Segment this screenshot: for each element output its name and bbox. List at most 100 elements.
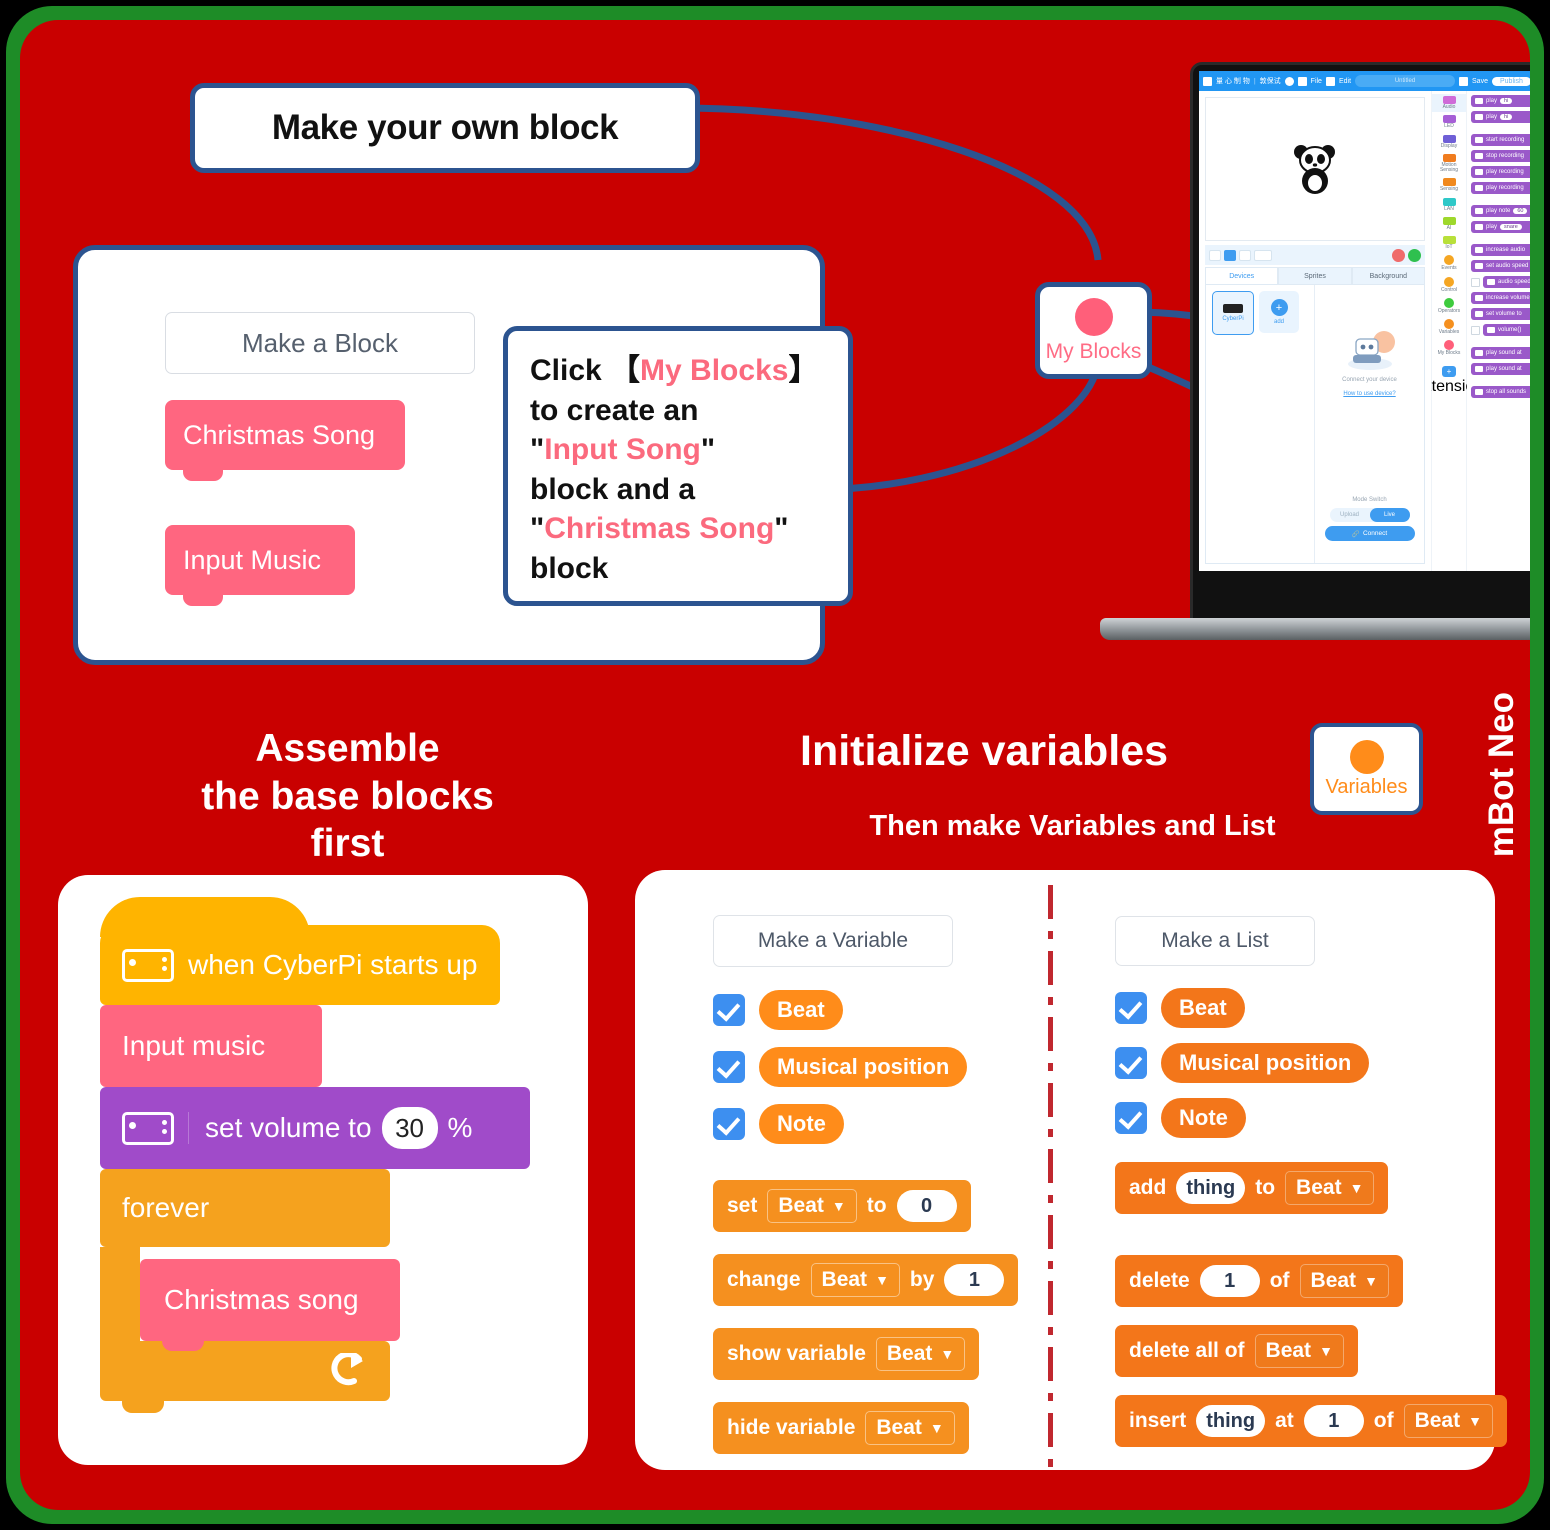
block-delete-all-of-list[interactable]: delete all of Beat ▼ [1115,1325,1358,1377]
fullscreen-icon[interactable] [1209,249,1221,261]
list-checkbox-row[interactable]: Musical position [1115,1043,1370,1083]
block-christmas-song[interactable]: Christmas song [140,1259,400,1341]
palette-block[interactable]: stop all sounds [1471,386,1530,398]
list-dropdown[interactable]: Beat ▼ [1254,1334,1344,1368]
make-a-variable-button[interactable]: Make a Variable [713,915,953,967]
my-block-christmas-song[interactable]: Christmas Song [165,400,405,481]
layout-small-icon[interactable] [1239,249,1251,261]
palette-block[interactable]: play hi [1471,111,1530,123]
tab-background[interactable]: Background [1351,267,1425,285]
variable-dropdown[interactable]: Beat ▼ [865,1411,955,1445]
category-operators[interactable]: Operators [1432,296,1466,316]
palette-block[interactable]: play hi [1471,95,1530,107]
toolbar-edit[interactable]: Edit [1339,78,1351,85]
my-block-input-music[interactable]: Input Music [165,525,355,606]
project-name-input[interactable]: Untitled [1355,75,1456,87]
palette-block[interactable]: play recording [1471,182,1530,194]
mode-toggle[interactable]: Upload Live [1329,508,1410,522]
checkbox-checked-icon[interactable] [1115,992,1147,1024]
palette-block[interactable]: stop recording [1471,150,1530,162]
category-events[interactable]: Events [1432,253,1466,273]
checkbox-checked-icon[interactable] [713,1108,745,1140]
category-sensing[interactable]: Sensing [1432,176,1466,194]
palette-block[interactable]: play snare [1471,221,1530,233]
mode-live-option[interactable]: Live [1369,508,1410,522]
toolbar-file[interactable]: File [1311,78,1322,85]
layout-split-icon[interactable] [1224,249,1236,261]
variable-dropdown[interactable]: Beat ▼ [767,1189,857,1223]
index-input[interactable]: 1 [1303,1405,1364,1437]
palette-block[interactable]: play note 60 [1471,205,1530,217]
value-input[interactable]: thing [1176,1172,1246,1204]
variable-checkbox-row[interactable]: Musical position [713,1047,968,1087]
tab-sprites[interactable]: Sprites [1278,267,1352,285]
block-input-music[interactable]: Input music [100,1005,322,1087]
stop-button-icon[interactable] [1392,248,1405,262]
palette-checkbox[interactable] [1471,325,1480,335]
variables-badge[interactable]: Variables [1310,723,1423,815]
block-when-cyberpi-starts-up[interactable]: when CyberPi starts up [100,925,500,1005]
palette-block[interactable]: set volume to [1471,308,1530,320]
list-dropdown[interactable]: Beat ▼ [1285,1171,1375,1205]
globe-icon[interactable] [1284,76,1294,86]
device-card-add[interactable]: + add [1259,291,1299,333]
palette-block-arg[interactable]: 60 [1513,208,1528,214]
category-iot[interactable]: IoT [1432,234,1466,252]
block-change-variable[interactable]: change Beat ▼ by 1 [713,1254,1019,1306]
mode-upload-option[interactable]: Upload [1330,512,1370,518]
device-card-cyberpi[interactable]: CyberPi [1212,291,1254,335]
category-led[interactable]: LED [1432,113,1466,131]
run-button-icon[interactable] [1408,248,1421,262]
category-variables[interactable]: Variables [1432,317,1466,337]
category-my-blocks[interactable]: My Blocks [1432,338,1466,358]
make-a-block-button[interactable]: Make a Block [165,312,475,374]
value-input[interactable]: 1 [944,1264,1005,1296]
palette-block[interactable]: start recording [1471,134,1530,146]
variable-pill[interactable]: Note [759,1104,844,1144]
palette-checkbox[interactable] [1471,277,1480,287]
palette-block-arg[interactable]: snare [1500,224,1522,230]
palette-block[interactable]: volume() [1483,324,1530,336]
palette-block-arg[interactable]: hi [1500,114,1513,120]
checkbox-checked-icon[interactable] [1115,1047,1147,1079]
block-hide-variable[interactable]: hide variable Beat ▼ [713,1402,969,1454]
palette-block[interactable]: increase volume [1471,292,1530,304]
make-a-list-button[interactable]: Make a List [1115,916,1315,966]
palette-block-arg[interactable]: hi [1500,98,1513,104]
value-input[interactable]: 1 [1199,1265,1260,1297]
palette-block[interactable]: play sound at [1471,363,1530,375]
variable-pill[interactable]: Musical position [759,1047,968,1087]
category-display[interactable]: Display [1432,133,1466,151]
category-audio[interactable]: Audio [1432,94,1466,113]
how-to-use-device-link[interactable]: How to use device? [1315,391,1424,397]
palette-block[interactable]: set audio speed [1471,260,1530,272]
list-pill[interactable]: Beat [1161,988,1245,1028]
category-lan[interactable]: LAN [1432,196,1466,214]
block-set-variable[interactable]: set Beat ▼ to 0 [713,1180,971,1232]
block-show-variable[interactable]: show variable Beat ▼ [713,1328,980,1380]
category-control[interactable]: Control [1432,275,1466,295]
block-insert-into-list[interactable]: insert thing at 1 of Beat ▼ [1115,1395,1507,1447]
volume-value-input[interactable]: 30 [381,1107,438,1149]
palette-block[interactable]: play recording [1471,166,1530,178]
palette-block[interactable]: increase audio [1471,244,1530,256]
block-add-to-list[interactable]: add thing to Beat ▼ [1115,1162,1389,1214]
variable-checkbox-row[interactable]: Note [713,1104,844,1144]
publish-button[interactable]: Publish [1491,76,1530,86]
palette-block[interactable]: audio speed [1483,276,1530,288]
variable-dropdown[interactable]: Beat ▼ [875,1337,966,1371]
layout-wide-icon[interactable] [1254,249,1272,261]
value-input[interactable]: thing [1196,1405,1266,1437]
block-set-volume-to[interactable]: set volume to 30 % [100,1087,530,1169]
toolbar-save[interactable]: Save [1472,78,1488,85]
list-pill[interactable]: Musical position [1161,1043,1370,1083]
checkbox-checked-icon[interactable] [1115,1102,1147,1134]
category-motion-sensing[interactable]: Motion Sensing [1432,152,1466,176]
toolbar-menu-cn-1[interactable]: 量 心 制 物 [1216,76,1250,86]
block-delete-of-list[interactable]: delete 1 of Beat ▼ [1115,1255,1403,1307]
variable-pill[interactable]: Beat [759,990,843,1030]
list-dropdown[interactable]: Beat ▼ [1403,1404,1493,1438]
checkbox-checked-icon[interactable] [713,1051,745,1083]
variable-checkbox-row[interactable]: Beat [713,990,843,1030]
list-checkbox-row[interactable]: Beat [1115,988,1245,1028]
